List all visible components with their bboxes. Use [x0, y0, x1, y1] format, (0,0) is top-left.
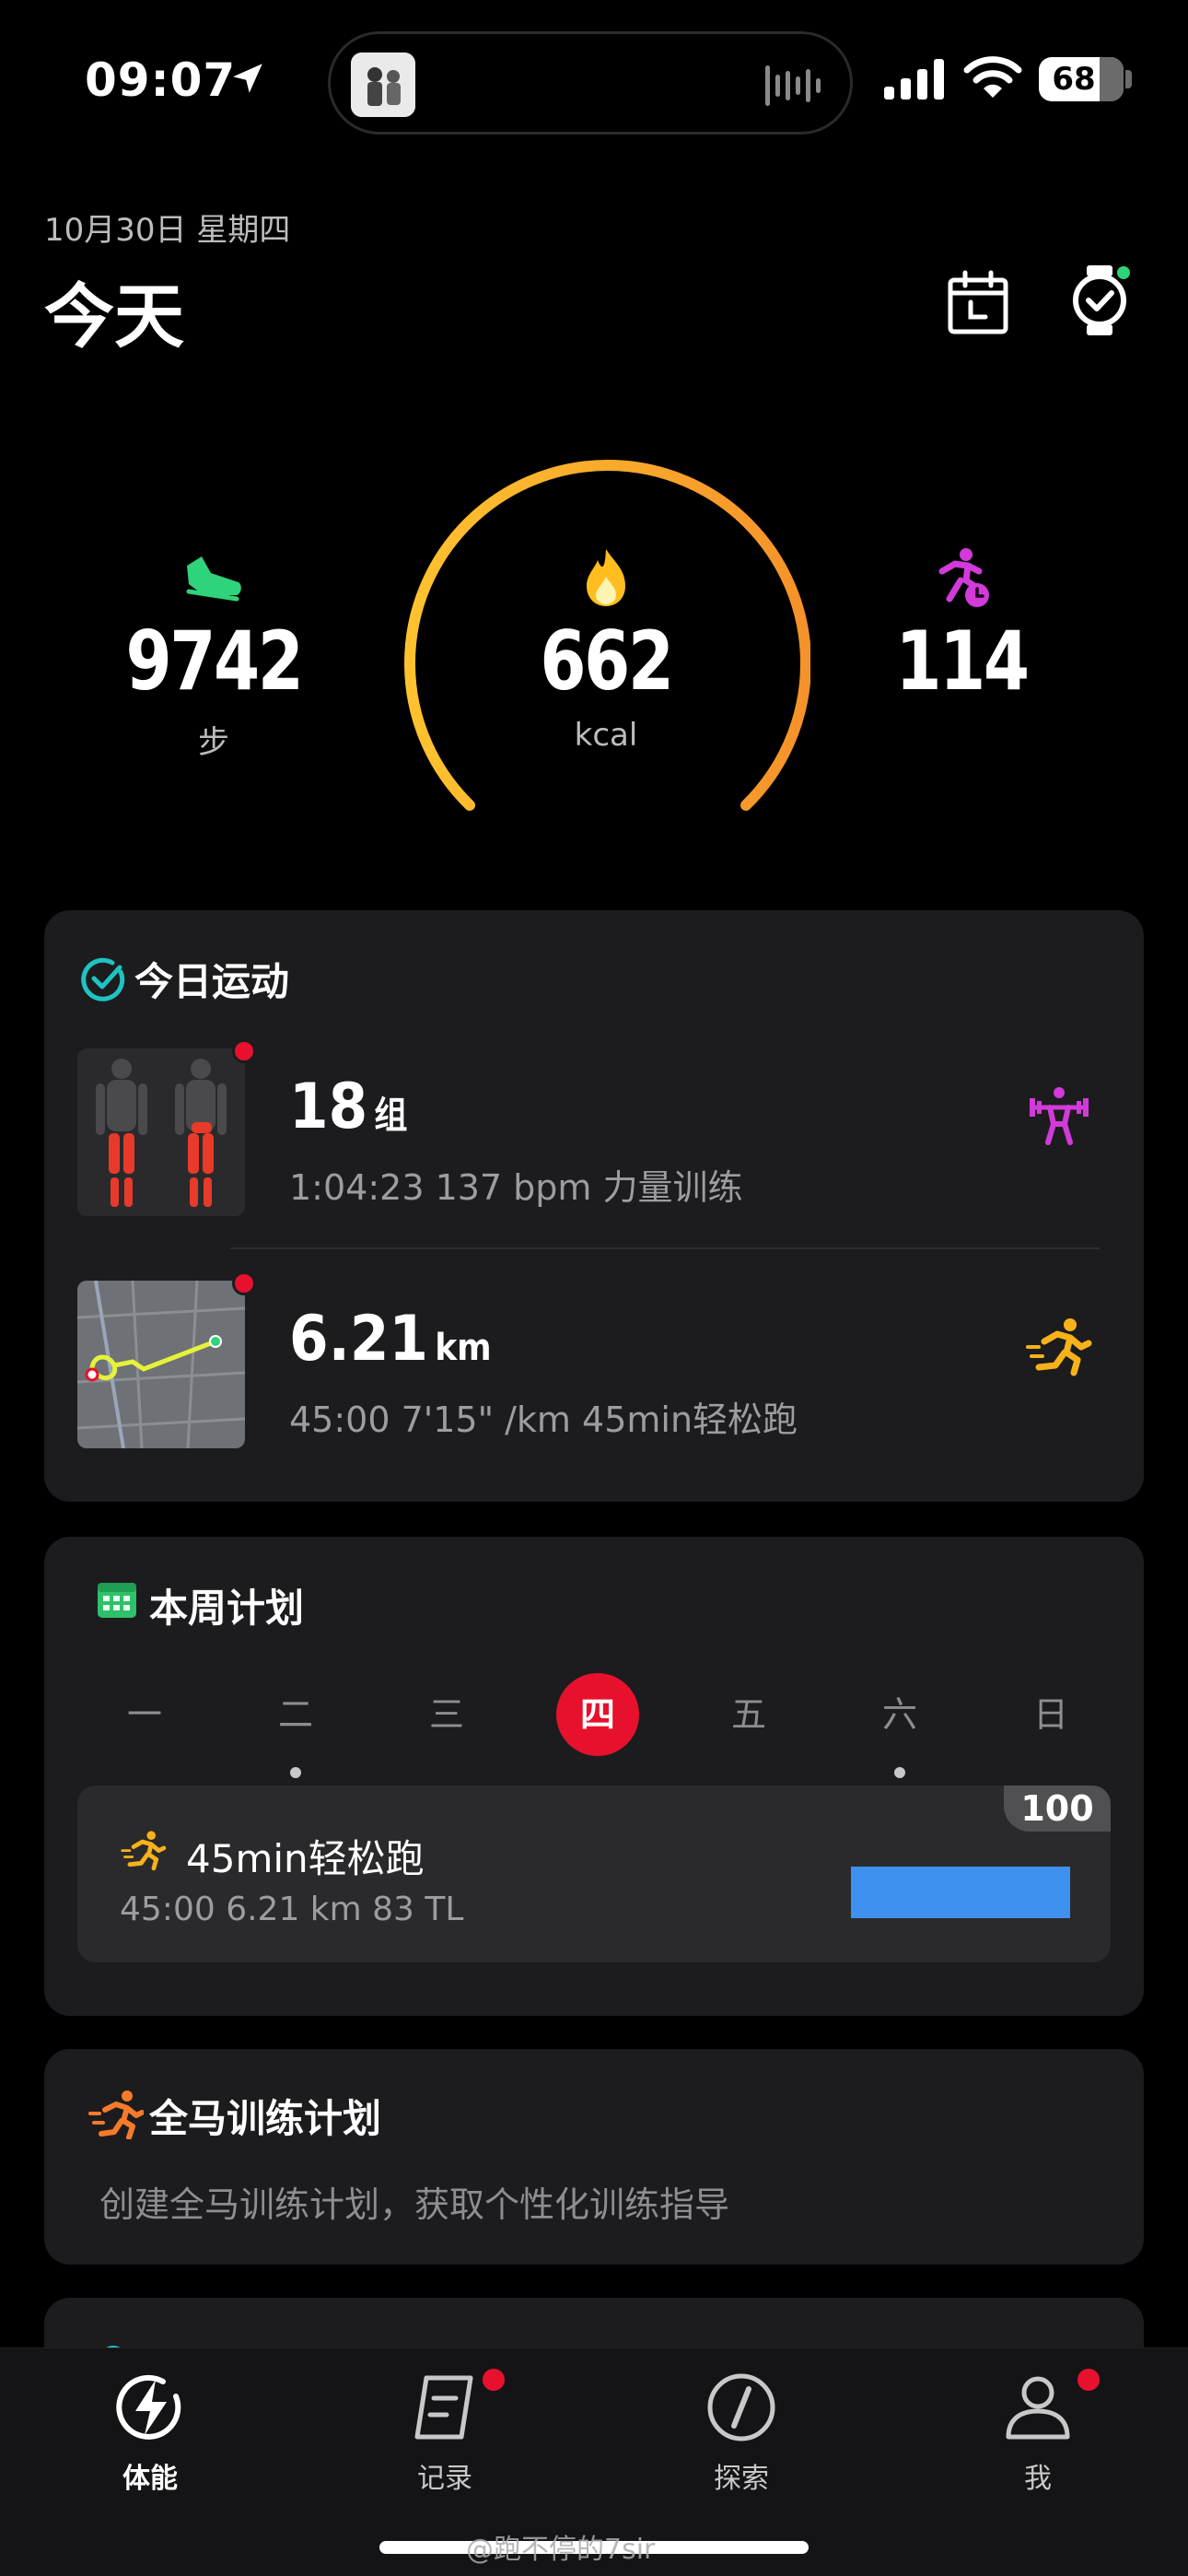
- audio-waveform-icon: [765, 65, 821, 106]
- tab-explore[interactable]: 探索: [663, 2369, 820, 2496]
- record-icon: [414, 2375, 473, 2440]
- unread-dot: [232, 1039, 256, 1063]
- date-label: 10月30日 星期四: [44, 212, 291, 249]
- day-fri[interactable]: 五: [707, 1673, 790, 1756]
- watch-device-icon[interactable]: [1063, 263, 1136, 337]
- day-mon[interactable]: 一: [103, 1673, 186, 1756]
- marathon-plan-description: 创建全马训练计划，获取个性化训练指导: [99, 2184, 730, 2225]
- cellular-signal-icon: [884, 59, 944, 100]
- day-thu[interactable]: 四: [556, 1673, 639, 1756]
- watermark-text: @跑不停的7sir: [466, 2534, 656, 2566]
- weekly-plan-card: 本周计划 一 二 三 四 五 六 日 45min轻松跑 45:00 6.21 k…: [44, 1537, 1144, 2016]
- steps-stat[interactable]: 9742 步: [85, 545, 343, 762]
- battery-level: 68: [1052, 61, 1096, 98]
- unread-dot: [232, 1271, 256, 1295]
- weekday-selector: 一 二 三 四 五 六 日: [44, 1673, 1144, 1778]
- calories-stat[interactable]: 662 kcal: [477, 545, 735, 754]
- profile-badge: [1077, 2369, 1100, 2391]
- workout-item-run[interactable]: 6.21 km 45:00 7'15" /km 45min轻松跑: [77, 1271, 1111, 1465]
- calendar-grid-icon: [98, 1583, 136, 1618]
- marathon-plan-card[interactable]: 全马训练计划 创建全马训练计划，获取个性化训练指导: [44, 2049, 1144, 2265]
- plan-item-title: 45min轻松跑: [186, 1836, 425, 1881]
- active-minutes-icon: [938, 548, 989, 607]
- dynamic-island[interactable]: [328, 31, 853, 135]
- muscle-map-thumbnail: [77, 1048, 245, 1216]
- running-icon: [121, 1831, 167, 1871]
- calendar-icon[interactable]: [941, 267, 1015, 341]
- steps-value: 9742: [125, 614, 303, 708]
- today-workouts-card: 今日运动 18 组 1:04:23 137 bpm 力量训练 6.21 km 4…: [44, 910, 1144, 1502]
- shoe-icon: [186, 556, 241, 602]
- battery-indicator: 68: [1039, 57, 1124, 101]
- weightlifting-icon: [1030, 1087, 1089, 1145]
- workout-distance: 6.21 km: [289, 1303, 492, 1376]
- sprint-icon: [88, 2090, 144, 2139]
- lightning-icon: [116, 2374, 181, 2440]
- tab-fitness-label: 体能: [122, 2463, 178, 2495]
- weekly-plan-title: 本周计划: [149, 1586, 305, 1631]
- compass-icon: [707, 2373, 775, 2441]
- workout-item-strength[interactable]: 18 组 1:04:23 137 bpm 力量训练: [77, 1039, 1111, 1233]
- day-wed[interactable]: 三: [405, 1673, 488, 1756]
- completion-score-badge: 100: [1004, 1786, 1111, 1832]
- profile-icon: [1006, 2376, 1070, 2440]
- day-sun[interactable]: 日: [1009, 1673, 1092, 1756]
- wifi-icon: [963, 56, 1022, 98]
- running-icon: [1026, 1318, 1092, 1376]
- now-playing-artwork: [351, 53, 415, 117]
- day-tue[interactable]: 二: [254, 1673, 337, 1756]
- workout-details: 1:04:23 137 bpm 力量训练: [289, 1167, 743, 1208]
- plan-dot: [894, 1767, 905, 1778]
- workout-divider: [230, 1247, 1100, 1249]
- tab-explore-label: 探索: [714, 2463, 769, 2495]
- activity-stat[interactable]: 114: [833, 545, 1090, 717]
- status-time: 09:07: [85, 53, 237, 107]
- plan-dot: [290, 1767, 301, 1778]
- plan-item-easy-run[interactable]: 45min轻松跑 45:00 6.21 km 83 TL 100: [77, 1786, 1111, 1962]
- calories-value: 662: [540, 614, 674, 708]
- marathon-plan-title: 全马训练计划: [149, 2096, 382, 2141]
- tab-me-label: 我: [1024, 2463, 1052, 2495]
- battery-tip: [1125, 70, 1132, 88]
- today-workouts-title: 今日运动: [134, 959, 290, 1004]
- tab-records-label: 记录: [417, 2463, 472, 2495]
- records-badge: [483, 2369, 505, 2391]
- tab-fitness[interactable]: 体能: [72, 2369, 228, 2496]
- steps-unit: 步: [198, 724, 229, 761]
- workout-details: 45:00 7'15" /km 45min轻松跑: [289, 1399, 798, 1440]
- location-arrow-icon: [233, 64, 262, 93]
- page-title: 今天: [44, 275, 184, 357]
- day-sat[interactable]: 六: [858, 1673, 941, 1756]
- activity-value: 114: [895, 614, 1030, 708]
- route-map-thumbnail: [77, 1281, 245, 1448]
- workout-sets: 18 组: [289, 1071, 408, 1143]
- intensity-bar: [851, 1867, 1070, 1918]
- check-circle-icon: [81, 957, 125, 1001]
- plan-item-details: 45:00 6.21 km 83 TL: [120, 1891, 464, 1928]
- status-bar: 09:07 68: [0, 0, 1188, 157]
- calories-unit: kcal: [574, 717, 638, 754]
- flame-icon: [587, 549, 625, 606]
